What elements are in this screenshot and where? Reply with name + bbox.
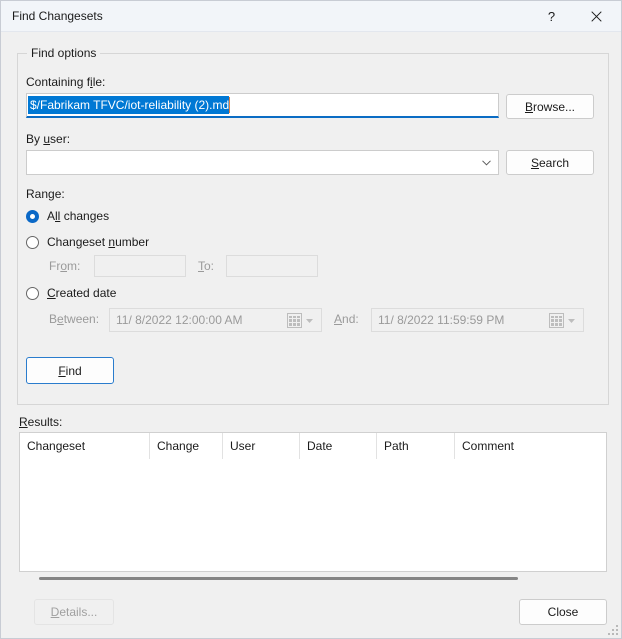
radio-label: All changes [47, 209, 109, 223]
radio-changeset-number[interactable]: Changeset number [26, 235, 149, 249]
find-changesets-dialog: Find Changesets ? Find options Containin… [0, 0, 622, 639]
close-icon [591, 10, 602, 22]
label-part: le: [92, 75, 106, 89]
label-part: A [47, 209, 56, 223]
containing-file-value: $/Fabrikam TFVC/iot-reliability (2).md [28, 96, 230, 114]
find-options-legend: Find options [27, 46, 101, 60]
from-label: From: [49, 259, 80, 273]
range-label: Range: [26, 187, 65, 201]
find-button[interactable]: Find [26, 357, 114, 384]
calendar-icon [549, 312, 564, 328]
radio-indicator [26, 209, 39, 223]
label-mnemonic: o [60, 259, 68, 273]
close-button[interactable]: Close [519, 599, 607, 625]
label-part: ser: [50, 132, 71, 146]
changeset-from-input[interactable] [94, 255, 186, 277]
containing-file-input[interactable]: $/Fabrikam TFVC/iot-reliability (2).md [26, 93, 499, 118]
results-column-header-changeset[interactable]: Changeset [20, 433, 150, 459]
and-label: And: [334, 312, 359, 326]
label-mnemonic: F [58, 363, 66, 378]
radio-indicator [26, 286, 39, 300]
results-column-header-change[interactable]: Change [150, 433, 223, 459]
help-button[interactable]: ? [529, 1, 574, 31]
title-bar: Find Changesets ? [1, 1, 621, 32]
created-date-between-value: 11/ 8/2022 12:00:00 AM [116, 313, 243, 327]
radio-all-changes[interactable]: All changes [26, 209, 109, 223]
label-part: Fr [49, 259, 61, 273]
label-part: esults: [27, 415, 63, 429]
results-column-header-path[interactable]: Path [377, 433, 455, 459]
created-date-and-value: 11/ 8/2022 11:59:59 PM [378, 313, 505, 327]
label-mnemonic: B [524, 99, 533, 114]
chevron-down-icon [482, 160, 491, 166]
label-part: reated date [55, 286, 117, 300]
by-user-combobox[interactable] [26, 150, 499, 175]
label-part: By [26, 132, 44, 146]
label-part: umber [115, 235, 150, 249]
changeset-to-input[interactable] [226, 255, 318, 277]
label-mnemonic: C [47, 286, 56, 300]
label-mnemonic: R [19, 415, 28, 429]
created-date-and-picker[interactable]: 11/ 8/2022 11:59:59 PM [371, 308, 584, 332]
calendar-icon [287, 312, 302, 328]
label-part: rowse... [533, 99, 576, 114]
label-mnemonic: A [334, 312, 343, 326]
radio-created-date[interactable]: Created date [26, 286, 116, 300]
chevron-down-icon [568, 318, 575, 323]
label-part: changes [60, 209, 110, 223]
results-column-header-comment[interactable]: Comment [455, 433, 606, 459]
between-label: Between: [49, 312, 99, 326]
radio-indicator [26, 235, 39, 249]
created-date-between-picker[interactable]: 11/ 8/2022 12:00:00 AM [109, 308, 322, 332]
window-title: Find Changesets [12, 9, 103, 23]
question-mark-icon: ? [547, 8, 556, 24]
to-label: To: [198, 259, 214, 273]
results-label: Results: [19, 415, 62, 429]
scrollbar-thumb[interactable] [39, 577, 518, 580]
by-user-label: By user: [26, 132, 70, 146]
label-part: earch [538, 155, 570, 170]
label-part: o: [204, 259, 215, 273]
label-part: m: [67, 259, 81, 273]
label-mnemonic: D [50, 605, 60, 619]
label-part: ind [65, 363, 82, 378]
results-horizontal-scrollbar[interactable] [19, 574, 607, 588]
chevron-down-icon [306, 318, 313, 323]
radio-label: Changeset number [47, 235, 149, 249]
results-column-headers: Changeset Change User Date Path Comment [20, 433, 606, 459]
label-part: tween: [63, 312, 100, 326]
results-column-header-user[interactable]: User [223, 433, 300, 459]
label-mnemonic: e [57, 312, 64, 326]
search-button[interactable]: Search [506, 150, 594, 175]
details-button[interactable]: Details... [34, 599, 114, 625]
results-list[interactable]: Changeset Change User Date Path Comment [19, 432, 607, 572]
label-part: B [49, 312, 58, 326]
browse-button[interactable]: Browse... [506, 94, 594, 119]
radio-label: Created date [47, 286, 116, 300]
results-column-header-date[interactable]: Date [300, 433, 377, 459]
window-close-button[interactable] [574, 1, 619, 31]
text-caret [229, 97, 231, 113]
resize-grip-icon[interactable] [607, 624, 619, 636]
label-part: Containing f [26, 75, 91, 89]
containing-file-label: Containing file: [26, 75, 105, 89]
label-part: nd: [342, 312, 359, 326]
label-mnemonic: S [530, 155, 539, 170]
label-part: etails... [59, 605, 98, 619]
label-part: Changeset [47, 235, 109, 249]
